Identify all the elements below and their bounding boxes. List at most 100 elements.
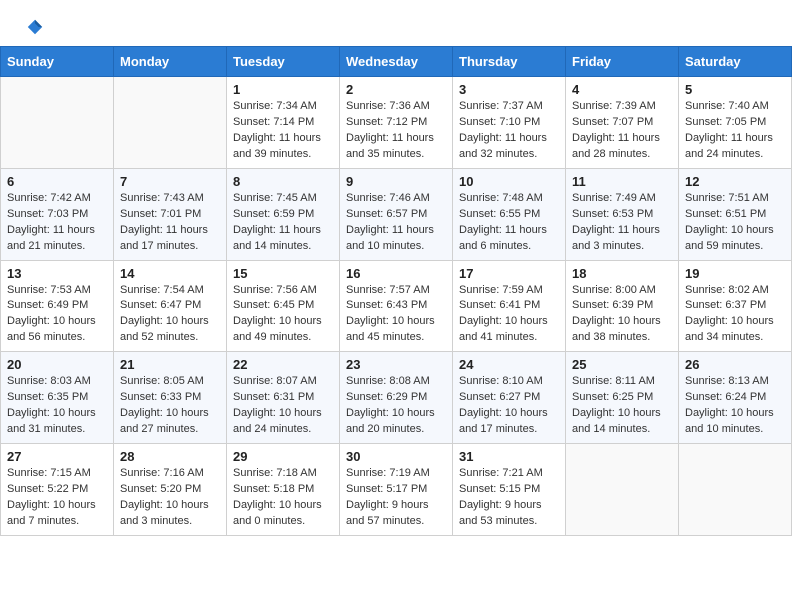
weekday-header-tuesday: Tuesday [227, 47, 340, 77]
day-cell: 20Sunrise: 8:03 AM Sunset: 6:35 PM Dayli… [1, 352, 114, 444]
day-info: Sunrise: 7:40 AM Sunset: 7:05 PM Dayligh… [685, 99, 785, 163]
day-number: 4 [572, 82, 672, 97]
day-number: 2 [346, 82, 446, 97]
day-cell: 8 Sunrise: 7:45 AM Sunset: 6:59 PM Daylig… [227, 168, 340, 260]
day-cell [1, 77, 114, 169]
day-cell: 9 Sunrise: 7:46 AM Sunset: 6:57 PM Daylig… [340, 168, 453, 260]
day-cell: 27 Sunrise: 7:15 AM Sunset: 5:22 PM Dayli… [1, 444, 114, 536]
day-number: 18 [572, 266, 672, 281]
day-cell: 14 Sunrise: 7:54 AM Sunset: 6:47 PM Dayli… [114, 260, 227, 352]
day-number: 16 [346, 266, 446, 281]
day-cell: 11 Sunrise: 7:49 AM Sunset: 6:53 PM Dayli… [566, 168, 679, 260]
day-info: Sunrise: 7:46 AM Sunset: 6:57 PM Dayligh… [346, 191, 446, 255]
day-cell: 23 Sunrise: 8:08 AM Sunset: 6:29 PM Dayli… [340, 352, 453, 444]
logo-icon [26, 18, 44, 36]
day-number: 21 [120, 357, 220, 372]
day-cell: 7Sunrise: 7:43 AM Sunset: 7:01 PM Daylig… [114, 168, 227, 260]
day-info: Sunrise: 7:18 AM Sunset: 5:18 PM Dayligh… [233, 466, 333, 530]
day-number: 19 [685, 266, 785, 281]
day-number: 26 [685, 357, 785, 372]
day-number: 27 [7, 449, 107, 464]
day-info: Sunrise: 8:13 AM Sunset: 6:24 PM Dayligh… [685, 374, 785, 438]
day-cell [566, 444, 679, 536]
weekday-header-sunday: Sunday [1, 47, 114, 77]
day-number: 10 [459, 174, 559, 189]
day-cell: 1 Sunrise: 7:34 AM Sunset: 7:14 PM Daylig… [227, 77, 340, 169]
day-info: Sunrise: 7:59 AM Sunset: 6:41 PM Dayligh… [459, 283, 559, 347]
week-row-1: 1 Sunrise: 7:34 AM Sunset: 7:14 PM Daylig… [1, 77, 792, 169]
day-number: 15 [233, 266, 333, 281]
day-number: 31 [459, 449, 559, 464]
day-number: 29 [233, 449, 333, 464]
page: SundayMondayTuesdayWednesdayThursdayFrid… [0, 0, 792, 536]
day-cell: 4Sunrise: 7:39 AM Sunset: 7:07 PM Daylig… [566, 77, 679, 169]
day-number: 8 [233, 174, 333, 189]
day-cell: 13 Sunrise: 7:53 AM Sunset: 6:49 PM Dayli… [1, 260, 114, 352]
day-cell [114, 77, 227, 169]
week-row-2: 6Sunrise: 7:42 AM Sunset: 7:03 PM Daylig… [1, 168, 792, 260]
day-cell: 16Sunrise: 7:57 AM Sunset: 6:43 PM Dayli… [340, 260, 453, 352]
day-cell: 26 Sunrise: 8:13 AM Sunset: 6:24 PM Dayli… [679, 352, 792, 444]
day-number: 23 [346, 357, 446, 372]
day-number: 1 [233, 82, 333, 97]
day-cell: 18 Sunrise: 8:00 AM Sunset: 6:39 PM Dayli… [566, 260, 679, 352]
weekday-header-thursday: Thursday [453, 47, 566, 77]
day-info: Sunrise: 7:43 AM Sunset: 7:01 PM Dayligh… [120, 191, 220, 255]
calendar-table: SundayMondayTuesdayWednesdayThursdayFrid… [0, 46, 792, 536]
day-info: Sunrise: 8:00 AM Sunset: 6:39 PM Dayligh… [572, 283, 672, 347]
day-number: 12 [685, 174, 785, 189]
day-number: 13 [7, 266, 107, 281]
day-cell: 5 Sunrise: 7:40 AM Sunset: 7:05 PM Daylig… [679, 77, 792, 169]
day-number: 11 [572, 174, 672, 189]
day-info: Sunrise: 8:10 AM Sunset: 6:27 PM Dayligh… [459, 374, 559, 438]
day-number: 3 [459, 82, 559, 97]
header [0, 0, 792, 46]
day-cell: 31Sunrise: 7:21 AM Sunset: 5:15 PM Dayli… [453, 444, 566, 536]
weekday-header-monday: Monday [114, 47, 227, 77]
day-number: 22 [233, 357, 333, 372]
day-cell: 3 Sunrise: 7:37 AM Sunset: 7:10 PM Daylig… [453, 77, 566, 169]
day-info: Sunrise: 8:07 AM Sunset: 6:31 PM Dayligh… [233, 374, 333, 438]
day-info: Sunrise: 7:54 AM Sunset: 6:47 PM Dayligh… [120, 283, 220, 347]
weekday-header-saturday: Saturday [679, 47, 792, 77]
day-info: Sunrise: 7:51 AM Sunset: 6:51 PM Dayligh… [685, 191, 785, 255]
day-info: Sunrise: 7:16 AM Sunset: 5:20 PM Dayligh… [120, 466, 220, 530]
day-cell: 12 Sunrise: 7:51 AM Sunset: 6:51 PM Dayli… [679, 168, 792, 260]
day-cell: 17Sunrise: 7:59 AM Sunset: 6:41 PM Dayli… [453, 260, 566, 352]
weekday-header-friday: Friday [566, 47, 679, 77]
day-info: Sunrise: 7:45 AM Sunset: 6:59 PM Dayligh… [233, 191, 333, 255]
day-info: Sunrise: 7:34 AM Sunset: 7:14 PM Dayligh… [233, 99, 333, 163]
day-cell: 19 Sunrise: 8:02 AM Sunset: 6:37 PM Dayli… [679, 260, 792, 352]
day-number: 6 [7, 174, 107, 189]
day-info: Sunrise: 8:11 AM Sunset: 6:25 PM Dayligh… [572, 374, 672, 438]
day-info: Sunrise: 7:37 AM Sunset: 7:10 PM Dayligh… [459, 99, 559, 163]
day-cell: 21 Sunrise: 8:05 AM Sunset: 6:33 PM Dayli… [114, 352, 227, 444]
day-info: Sunrise: 7:49 AM Sunset: 6:53 PM Dayligh… [572, 191, 672, 255]
day-info: Sunrise: 7:48 AM Sunset: 6:55 PM Dayligh… [459, 191, 559, 255]
logo [24, 18, 44, 36]
day-info: Sunrise: 8:05 AM Sunset: 6:33 PM Dayligh… [120, 374, 220, 438]
day-cell: 2 Sunrise: 7:36 AM Sunset: 7:12 PM Daylig… [340, 77, 453, 169]
day-number: 28 [120, 449, 220, 464]
day-info: Sunrise: 7:15 AM Sunset: 5:22 PM Dayligh… [7, 466, 107, 530]
day-info: Sunrise: 7:53 AM Sunset: 6:49 PM Dayligh… [7, 283, 107, 347]
day-info: Sunrise: 8:03 AM Sunset: 6:35 PM Dayligh… [7, 374, 107, 438]
day-number: 25 [572, 357, 672, 372]
day-info: Sunrise: 8:02 AM Sunset: 6:37 PM Dayligh… [685, 283, 785, 347]
week-row-4: 20Sunrise: 8:03 AM Sunset: 6:35 PM Dayli… [1, 352, 792, 444]
day-info: Sunrise: 8:08 AM Sunset: 6:29 PM Dayligh… [346, 374, 446, 438]
day-cell: 6Sunrise: 7:42 AM Sunset: 7:03 PM Daylig… [1, 168, 114, 260]
week-row-3: 13 Sunrise: 7:53 AM Sunset: 6:49 PM Dayli… [1, 260, 792, 352]
day-number: 14 [120, 266, 220, 281]
day-info: Sunrise: 7:36 AM Sunset: 7:12 PM Dayligh… [346, 99, 446, 163]
day-cell: 15 Sunrise: 7:56 AM Sunset: 6:45 PM Dayli… [227, 260, 340, 352]
day-info: Sunrise: 7:56 AM Sunset: 6:45 PM Dayligh… [233, 283, 333, 347]
day-cell: 24Sunrise: 8:10 AM Sunset: 6:27 PM Dayli… [453, 352, 566, 444]
day-cell: 25 Sunrise: 8:11 AM Sunset: 6:25 PM Dayli… [566, 352, 679, 444]
day-cell: 22 Sunrise: 8:07 AM Sunset: 6:31 PM Dayli… [227, 352, 340, 444]
day-cell [679, 444, 792, 536]
day-number: 5 [685, 82, 785, 97]
day-number: 30 [346, 449, 446, 464]
day-number: 9 [346, 174, 446, 189]
weekday-header-row: SundayMondayTuesdayWednesdayThursdayFrid… [1, 47, 792, 77]
